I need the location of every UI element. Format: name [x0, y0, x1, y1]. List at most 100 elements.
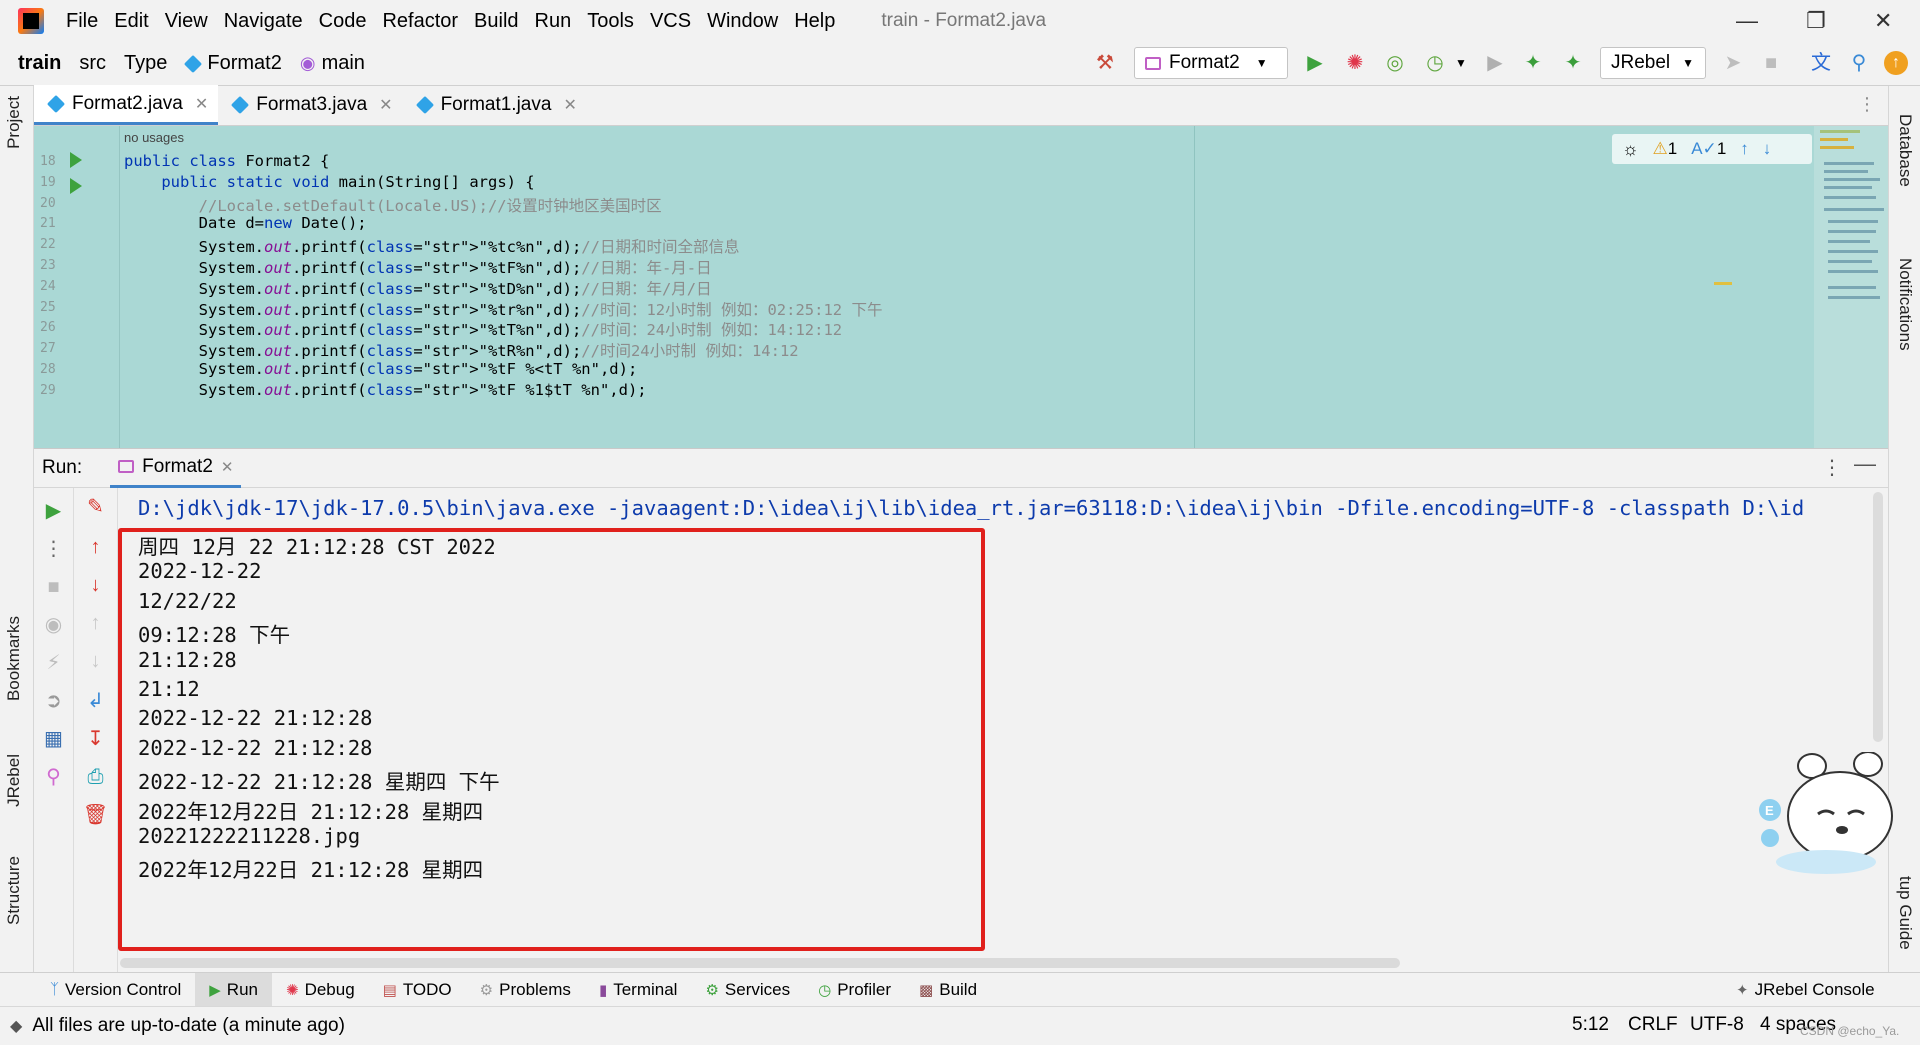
menu-refactor[interactable]: Refactor	[382, 10, 458, 33]
caret-position[interactable]: 5:12	[1572, 1014, 1609, 1036]
jrebel-run-icon[interactable]: ✦	[1520, 50, 1546, 76]
menu-edit[interactable]: Edit	[114, 10, 148, 33]
menu-vcs[interactable]: VCS	[650, 10, 691, 33]
layout-icon[interactable]: ▦	[34, 726, 73, 752]
tab-format1[interactable]: Format1.java ✕	[403, 85, 587, 125]
coverage-icon[interactable]: ◎	[1382, 50, 1408, 76]
breadcrumb-project[interactable]: train	[18, 52, 61, 75]
pin-icon[interactable]: ⚲	[34, 764, 73, 790]
project-tab[interactable]: Project	[4, 96, 24, 149]
database-tab[interactable]: Database	[1895, 114, 1915, 187]
horizontal-scrollbar[interactable]	[120, 958, 1400, 968]
jrebel-select[interactable]: JRebel ▼	[1600, 47, 1706, 79]
terminal-icon: ▮	[598, 981, 608, 999]
tool-tab-label: Build	[939, 979, 978, 999]
tab-services[interactable]: ⚙ Services	[691, 973, 804, 1007]
run-class-gutter-icon[interactable]	[70, 152, 82, 168]
console-output[interactable]: D:\jdk\jdk-17\jdk-17.0.5\bin\java.exe -j…	[118, 488, 1888, 972]
restore-icon[interactable]: ❐	[1806, 8, 1826, 34]
edit-config-icon[interactable]: ✎	[74, 494, 117, 520]
up-stack-icon[interactable]: ↑	[74, 534, 117, 560]
build-hammer-icon[interactable]: ⚒	[1092, 50, 1118, 76]
run-toolbar-secondary: ✎ ↑ ↓ ↑ ↓ ↲ ↧ ⎙ 🗑	[74, 488, 118, 972]
rerun-icon[interactable]: ▶	[34, 498, 73, 524]
status-message[interactable]: All files are up-to-date (a minute ago)	[32, 1015, 345, 1037]
tab-problems[interactable]: ⚙ Problems	[466, 973, 585, 1007]
close-run-tab-icon[interactable]: ✕	[221, 458, 234, 476]
breadcrumb-type[interactable]: Type	[124, 52, 167, 75]
warning-count-value: 1	[1667, 139, 1678, 158]
vertical-scrollbar[interactable]	[1873, 492, 1883, 742]
layers-icon[interactable]: ◆	[10, 1016, 22, 1036]
print-icon[interactable]: ⎙	[74, 764, 117, 790]
menu-file[interactable]: File	[66, 10, 98, 33]
close-tab-icon[interactable]: ✕	[563, 95, 576, 115]
menu-window[interactable]: Window	[707, 10, 778, 33]
debug-icon[interactable]: ✺	[1342, 50, 1368, 76]
tab-terminal[interactable]: ▮ Terminal	[585, 973, 692, 1007]
soft-wrap-icon[interactable]: ↲	[74, 688, 117, 714]
menu-build[interactable]: Build	[474, 10, 518, 33]
translate-icon[interactable]: 文	[1808, 50, 1834, 76]
console-output-line: 21:12:28	[138, 647, 237, 672]
tab-build[interactable]: ▩ Build	[905, 973, 991, 1007]
tab-profiler[interactable]: ◷ Profiler	[804, 973, 905, 1007]
file-encoding[interactable]: UTF-8	[1690, 1014, 1744, 1036]
reader-mode-icon[interactable]: ☼	[1622, 139, 1639, 160]
breadcrumb-method[interactable]: ◉ main	[300, 52, 365, 75]
tab-version-control[interactable]: ᛉ Version Control	[36, 973, 195, 1007]
prev-highlight-icon[interactable]: ↑	[1740, 139, 1749, 159]
run-tab-format2[interactable]: Format2 ✕	[110, 448, 242, 488]
tab-run[interactable]: ▶ Run	[195, 972, 272, 1007]
intellij-logo-icon[interactable]	[18, 8, 44, 34]
tab-debug[interactable]: ✺ Debug	[272, 973, 369, 1007]
code-line: System.out.printf(class="str">"%tD%n",d)…	[124, 279, 712, 298]
minimize-icon[interactable]: —	[1736, 8, 1758, 34]
close-icon[interactable]: ✕	[1874, 8, 1892, 34]
close-tab-icon[interactable]: ✕	[195, 94, 208, 114]
run-main-gutter-icon[interactable]	[70, 178, 82, 194]
editor-tabs: Format2.java ✕ Format3.java ✕ Format1.ja…	[34, 85, 1888, 126]
typo-count[interactable]: A✓1	[1691, 139, 1726, 159]
search-icon[interactable]: ⚲	[1846, 50, 1872, 76]
down-stack-icon[interactable]: ↓	[74, 572, 117, 598]
menu-help[interactable]: Help	[794, 10, 835, 33]
scroll-to-end-icon[interactable]: ↧	[74, 726, 117, 752]
line-separator[interactable]: CRLF	[1628, 1014, 1678, 1036]
next-highlight-icon[interactable]: ↓	[1763, 139, 1772, 159]
menu-navigate[interactable]: Navigate	[224, 10, 303, 33]
update-icon[interactable]: ↑	[1884, 51, 1908, 75]
structure-tab[interactable]: Structure	[4, 856, 24, 925]
hide-panel-icon[interactable]: —	[1854, 451, 1876, 477]
inspection-widget[interactable]: ☼ ⚠1 A✓1 ↑ ↓	[1612, 134, 1812, 164]
tab-jrebel-console[interactable]: ✦ JRebel Console	[1722, 973, 1889, 1007]
jrebel-debug-icon[interactable]: ✦	[1560, 50, 1586, 76]
breadcrumb-src[interactable]: src	[79, 52, 106, 75]
warning-count[interactable]: ⚠1	[1653, 139, 1678, 159]
menu-code[interactable]: Code	[319, 10, 367, 33]
run-options-icon[interactable]: ⋮	[1822, 455, 1842, 480]
usages-hint[interactable]: no usages	[124, 130, 184, 145]
tab-todo[interactable]: ▤ TODO	[369, 973, 466, 1007]
breadcrumb-class[interactable]: Format2	[184, 52, 282, 75]
jrebel-tab[interactable]: JRebel	[4, 754, 24, 807]
notifications-tab[interactable]: Notifications	[1895, 258, 1915, 351]
bookmarks-tab[interactable]: Bookmarks	[4, 616, 24, 701]
setup-guide-tab[interactable]: tup Guide	[1895, 876, 1915, 950]
tabs-menu-icon[interactable]: ⋮	[1858, 94, 1876, 115]
code-editor[interactable]: no usages 18 public class Format2 {19 pub…	[34, 126, 1888, 448]
clear-all-icon[interactable]: 🗑	[74, 802, 117, 828]
menu-run[interactable]: Run	[535, 10, 572, 33]
run-config-select[interactable]: Format2 ▼	[1134, 47, 1288, 79]
exit-icon[interactable]: ➲	[34, 688, 73, 714]
close-tab-icon[interactable]: ✕	[379, 95, 392, 115]
run-icon[interactable]: ▶	[1302, 50, 1328, 76]
tab-format2[interactable]: Format2.java ✕	[34, 85, 219, 125]
profile-icon[interactable]: ◷	[1422, 50, 1448, 76]
tab-format3[interactable]: Format3.java ✕	[218, 85, 402, 125]
profile-chevron-icon[interactable]: ▼	[1448, 50, 1474, 76]
more-actions-icon[interactable]: ⋮	[34, 536, 73, 562]
code-minimap[interactable]	[1714, 126, 1888, 448]
menu-view[interactable]: View	[165, 10, 208, 33]
menu-tools[interactable]: Tools	[587, 10, 634, 33]
